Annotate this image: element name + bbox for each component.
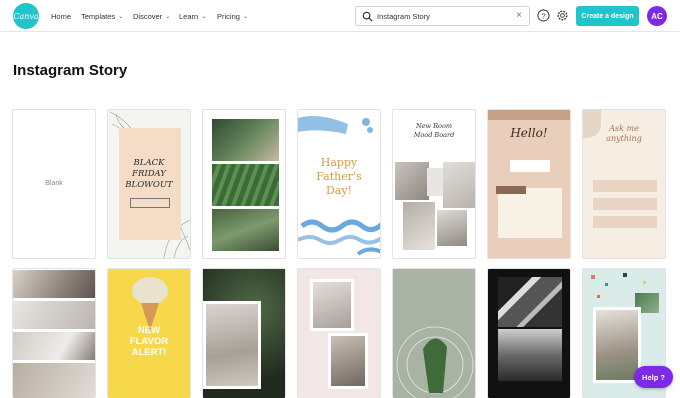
button-outline: [130, 198, 170, 208]
template-mood-board[interactable]: New Room Mood Board: [392, 109, 476, 259]
chevron-down-icon: ⌄: [118, 13, 124, 20]
confetti: [605, 283, 608, 286]
arch-lines: [396, 326, 474, 398]
create-design-button[interactable]: Create a design: [576, 6, 639, 26]
help-button[interactable]: Help ?: [634, 366, 673, 388]
confetti: [597, 295, 600, 298]
template-sage-arches[interactable]: [392, 268, 476, 398]
question-card: [498, 188, 562, 238]
nav-learn-label: Learn: [179, 11, 199, 21]
template-ask-me-anything[interactable]: Ask me anything: [582, 109, 666, 259]
template-architecture[interactable]: [487, 268, 571, 398]
chevron-down-icon: ⌄: [242, 13, 248, 20]
nav-pricing[interactable]: Pricing ⌄: [217, 0, 248, 32]
template-plant-collage[interactable]: [202, 109, 286, 259]
confetti: [643, 281, 646, 284]
room-photo: [403, 202, 435, 250]
chevron-down-icon: ⌄: [165, 13, 171, 20]
template-room-collage[interactable]: [12, 268, 96, 398]
question-field: [593, 198, 657, 210]
room-photo: [395, 162, 429, 200]
bedroom-photo: [13, 363, 95, 398]
question-field: [593, 216, 657, 228]
avatar[interactable]: AC: [647, 6, 667, 26]
room-photo: [437, 210, 467, 246]
template-title: NEW FLAVOR ALERT!: [129, 325, 169, 358]
clear-search-icon[interactable]: ×: [516, 10, 522, 21]
nav-templates[interactable]: Templates ⌄: [81, 0, 123, 32]
nav-discover-label: Discover: [133, 11, 163, 21]
search-input[interactable]: Instagram Story ×: [355, 6, 530, 26]
nav-home[interactable]: Home: [51, 0, 71, 32]
nav-pricing-label: Pricing: [217, 11, 240, 21]
template-hello[interactable]: Hello!: [487, 109, 571, 259]
confetti: [623, 273, 627, 277]
answer-box: [510, 160, 550, 172]
portrait-photo: [212, 209, 279, 251]
living-room-photo: [13, 270, 95, 298]
brush-stroke: [488, 110, 570, 120]
desk-photo: [13, 332, 95, 360]
template-pink-collage[interactable]: [297, 268, 381, 398]
chevron-down-icon: ⌄: [201, 13, 207, 20]
tape-strip: [496, 186, 526, 194]
nav-templates-label: Templates: [81, 11, 116, 21]
confetti: [591, 275, 595, 279]
nav-discover[interactable]: Discover ⌄: [133, 0, 170, 32]
skyline-photo: [498, 329, 562, 381]
template-title: New Room Mood Board: [413, 122, 455, 139]
photo-frame: [328, 333, 368, 389]
nav-home-label: Home: [51, 11, 72, 21]
search-icon: [362, 11, 373, 22]
photo-frame: [593, 307, 641, 383]
search-input-value: Instagram Story: [377, 12, 430, 21]
help-circle-icon[interactable]: ?: [537, 9, 550, 22]
template-new-flavor[interactable]: NEW FLAVOR ALERT!: [107, 268, 191, 398]
svg-text:?: ?: [541, 11, 545, 20]
building-photo: [498, 277, 562, 327]
shelf-photo: [13, 301, 95, 329]
blank-label: Blank: [45, 180, 63, 187]
template-leaf-portrait[interactable]: [202, 268, 286, 398]
leaf-photo: [212, 164, 279, 206]
template-fathers-day[interactable]: Happy Father's Day!: [297, 109, 381, 259]
template-blank[interactable]: Blank: [12, 109, 96, 259]
canva-logo[interactable]: Canva: [13, 3, 39, 29]
nav-learn[interactable]: Learn ⌄: [179, 0, 206, 32]
room-photo: [443, 162, 475, 208]
top-navigation-bar: Canva Home Templates ⌄ Discover ⌄ Learn ⌄ P…: [0, 0, 680, 32]
ice-cream-scoop: [132, 277, 168, 305]
template-title: Hello!: [510, 126, 548, 140]
template-title: Happy Father's Day!: [316, 156, 362, 197]
photo-frame: [310, 279, 354, 331]
gear-icon[interactable]: [556, 9, 569, 22]
template-title: BLACK FRIDAY BLOWOUT: [125, 158, 173, 190]
template-black-friday[interactable]: BLACK FRIDAY BLOWOUT: [107, 109, 191, 259]
plant-photo: [212, 119, 279, 161]
page-title: Instagram Story: [13, 62, 128, 79]
portrait-frame: [203, 301, 261, 389]
question-field: [593, 180, 657, 192]
